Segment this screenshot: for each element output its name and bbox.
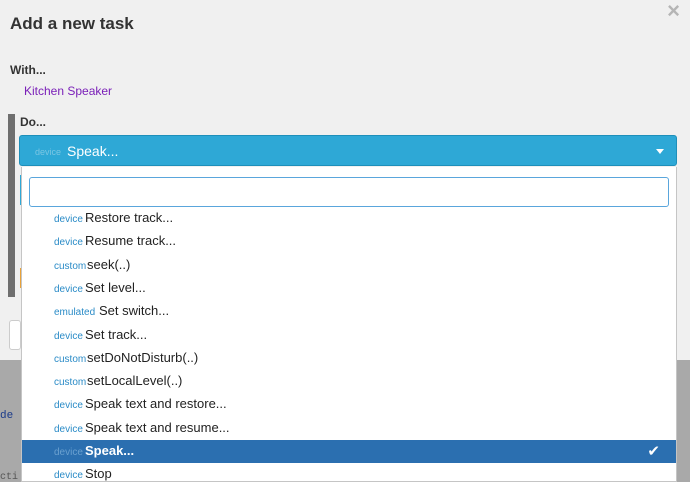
dropdown-option[interactable]: device Speak... ✔ — [22, 440, 676, 463]
select-value: Speak... — [67, 143, 119, 159]
option-label: Set switch... — [99, 303, 170, 319]
option-tag: device — [54, 400, 83, 412]
option-label: Speak... — [85, 443, 135, 458]
device-name[interactable]: Kitchen Speaker — [24, 84, 112, 98]
option-tag: device — [54, 423, 83, 435]
dropdown-option[interactable]: custom setLocalLevel(..) — [22, 370, 676, 393]
dropdown-option[interactable]: device Restore track... — [22, 207, 676, 230]
hidden-button-edge[interactable] — [9, 320, 21, 350]
option-tag: device — [54, 237, 83, 249]
option-tag: custom — [54, 353, 87, 365]
action-dropdown: device Restore track... device Resume track… — [21, 167, 677, 482]
option-label: Resume track... — [85, 233, 177, 249]
add-task-modal: Add a new task × With... Kitchen Speaker… — [0, 0, 690, 482]
option-label: Set level... — [85, 279, 146, 295]
chevron-down-icon[interactable] — [656, 149, 664, 154]
dropdown-option[interactable]: device Set level... — [22, 277, 676, 300]
checkmark-icon: ✔ — [647, 443, 660, 460]
modal-title: Add a new task — [10, 14, 134, 33]
select-tag: device — [35, 147, 62, 157]
dropdown-option[interactable]: device Speak text and restore... — [22, 393, 676, 416]
option-tag: device — [54, 283, 83, 295]
option-label: Stop — [85, 466, 112, 482]
dropdown-option[interactable]: custom seek(..) — [22, 254, 676, 277]
option-label: Restore track... — [85, 210, 174, 225]
option-tag: custom — [54, 377, 87, 389]
option-label: Set track... — [85, 326, 148, 342]
option-label: setLocalLevel(..) — [87, 373, 183, 389]
option-label: seek(..) — [87, 256, 131, 272]
dropdown-option[interactable]: device Stop — [22, 463, 676, 482]
option-tag: device — [54, 330, 83, 342]
close-icon[interactable]: × — [667, 0, 680, 24]
option-tag: custom — [54, 260, 87, 272]
option-label: Speak text and resume... — [85, 419, 230, 435]
search-input[interactable] — [29, 177, 669, 207]
background-code-text-2: cti — [0, 472, 19, 482]
do-label: Do... — [20, 115, 46, 129]
action-select[interactable]: device Speak... — [19, 135, 677, 166]
with-label: With... — [10, 63, 46, 77]
option-tag: device — [54, 447, 83, 458]
do-section-bar — [8, 114, 15, 297]
dropdown-option[interactable]: custom setDoNotDisturb(..) — [22, 347, 676, 370]
dropdown-option[interactable]: emulated Set switch... — [22, 300, 676, 323]
background-code-text: de — [0, 410, 14, 422]
option-label: Speak text and restore... — [85, 396, 227, 412]
option-tag: emulated — [54, 307, 96, 319]
dropdown-option[interactable]: device Set track... — [22, 324, 676, 347]
option-label: setDoNotDisturb(..) — [87, 349, 199, 365]
option-tag: device — [54, 214, 83, 225]
dropdown-option[interactable]: device Speak text and resume... — [22, 417, 676, 440]
dropdown-option[interactable]: device Resume track... — [22, 230, 676, 253]
option-tag: device — [54, 470, 83, 482]
